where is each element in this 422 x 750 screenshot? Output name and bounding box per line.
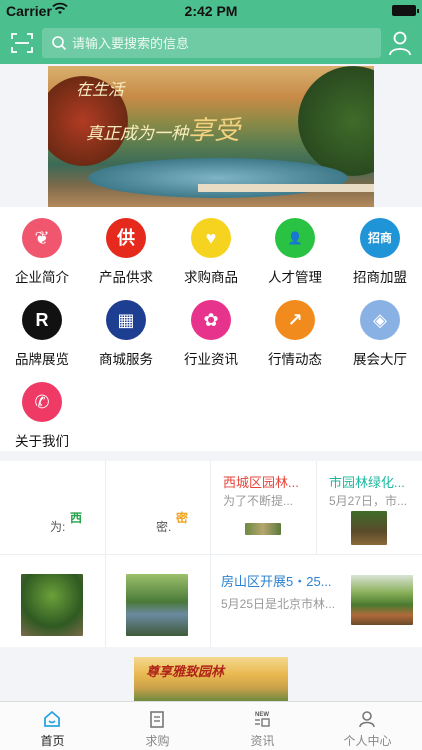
bottom-promo-banner[interactable]: 尊享雅致园林 [134,657,288,701]
clipboard-icon [150,711,164,728]
tab-purchase[interactable]: 求购 [105,702,210,750]
grid-item-6[interactable]: R 品牌展览 [0,291,84,369]
heart-icon: ♥ [191,218,231,258]
tab-profile[interactable]: 个人中心 [315,702,422,750]
news-title: 房山区开展5・25... [221,574,332,589]
news-fragment: 密. [156,520,172,534]
grid-item-label: 品牌展览 [15,352,69,367]
search-bar[interactable] [42,28,381,58]
news-card-left-1[interactable]: 为: 西 [0,461,106,555]
news-thumbnail [126,574,188,636]
clock: 2:42 PM [184,3,238,19]
news-subtitle: 5月25日是北京市林... [221,597,336,611]
news-fragment: 为: [50,520,66,534]
grid-item-11[interactable]: ✆ 关于我们 [0,373,84,451]
trend-chart-icon: ↗ [275,300,315,340]
grid-item-10[interactable]: ◈ 展会大厅 [338,291,422,369]
grid-item-label: 产品供求 [99,270,153,285]
news-subtitle: 为了不断提... [223,494,294,508]
grid-item-label: 人才管理 [268,270,322,285]
butterfly-icon: ❦ [22,218,62,258]
supply-icon: 供 [106,218,146,258]
user-icon[interactable] [388,30,412,56]
search-icon [52,36,67,51]
news-subtitle: 5月27日，市... [329,494,408,508]
grid-item-8[interactable]: ✿ 行业资讯 [169,291,253,369]
banner-text-prefix: 真正成为一种 [86,124,188,144]
news-thumbnail [351,575,413,625]
registered-icon: R [22,300,62,340]
news-card-top-1[interactable]: 西城区园林... 为了不断提... [211,461,317,555]
news-tag: 密 [176,511,189,525]
grid-item-label: 商城服务 [99,352,153,367]
diamond-icon: ◈ [360,300,400,340]
status-bar: Carrier 2:42 PM [0,0,422,22]
banner-pond [88,158,348,198]
grid-item-label: 行情动态 [268,352,322,367]
tab-label: 首页 [40,734,65,748]
banner-bridge [198,184,374,192]
banner-text-highlight: 享受 [188,116,241,146]
grid-item-5[interactable]: 招商 招商加盟 [338,209,422,287]
news-card-left-2[interactable]: 密. 密 [106,461,211,555]
scan-icon[interactable] [10,31,34,55]
grid-item-label: 关于我们 [15,434,69,449]
tab-home[interactable]: 首页 [0,702,105,750]
search-input[interactable] [72,28,372,58]
app-header [0,22,422,64]
home-icon [44,710,60,727]
news-badge: NEW [255,712,269,718]
news-tag: 西 [70,511,83,525]
grid-item-7[interactable]: ▦ 商城服务 [84,291,168,369]
grid-item-1[interactable]: ❦ 企业简介 [0,209,84,287]
banner-text-line2: 真正成为一种享受 [86,110,240,147]
banner-text-line1: 在生活 [76,80,125,99]
grid-item-2[interactable]: 供产品供求 [84,209,168,287]
person-icon: 👤 [275,218,315,258]
grid-item-label: 求购商品 [184,270,238,285]
investment-icon: 招商 [360,218,400,258]
news-thumbnail [21,574,83,636]
news-section: 为: 西 密. 密 西城区园林... 为了不断提... 市园林绿化... 5月2… [0,461,422,647]
bottom-banner-text: 尊享雅致园林 [146,665,225,680]
store-icon: ▦ [106,300,146,340]
tab-bar: 首页 求购 NEW 资讯 个人中心 [0,701,422,750]
news-card-wide[interactable]: 房山区开展5・25... 5月25日是北京市林... [211,555,422,647]
news-thumbnail [351,511,387,545]
grid-item-4[interactable]: 👤 人才管理 [253,209,337,287]
aperture-icon: ✿ [191,300,231,340]
grid-item-9[interactable]: ↗ 行情动态 [253,291,337,369]
banner-tree-green [298,66,374,176]
phone-icon: ✆ [22,382,62,422]
grid-item-label: 招商加盟 [353,270,407,285]
news-title: 西城区园林... [223,475,299,490]
tab-label: 个人中心 [343,734,392,748]
tab-label: 求购 [145,734,170,748]
tab-label: 资讯 [250,734,275,748]
function-grid: ❦ 企业简介供产品供求 ♥ 求购商品 👤 人才管理 招商 招商加盟 R 品牌展览 ▦ 商城服务 ✿ 行业资… [0,207,422,451]
battery-icon [392,5,419,16]
grid-item-3[interactable]: ♥ 求购商品 [169,209,253,287]
tab-news[interactable]: NEW 资讯 [210,702,315,750]
news-card-left-3[interactable] [0,555,106,647]
profile-icon [359,711,375,728]
grid-item-label: 行业资讯 [184,352,238,367]
news-card-top-2[interactable]: 市园林绿化... 5月27日，市... [317,461,422,555]
news-thumbnail [245,523,281,535]
news-icon: NEW [255,712,270,727]
news-card-left-4[interactable] [106,555,211,647]
grid-item-label: 企业简介 [15,270,69,285]
promo-banner[interactable]: 在生活 真正成为一种享受 [48,66,374,207]
news-title: 市园林绿化... [329,475,405,490]
grid-item-label: 展会大厅 [353,352,407,367]
